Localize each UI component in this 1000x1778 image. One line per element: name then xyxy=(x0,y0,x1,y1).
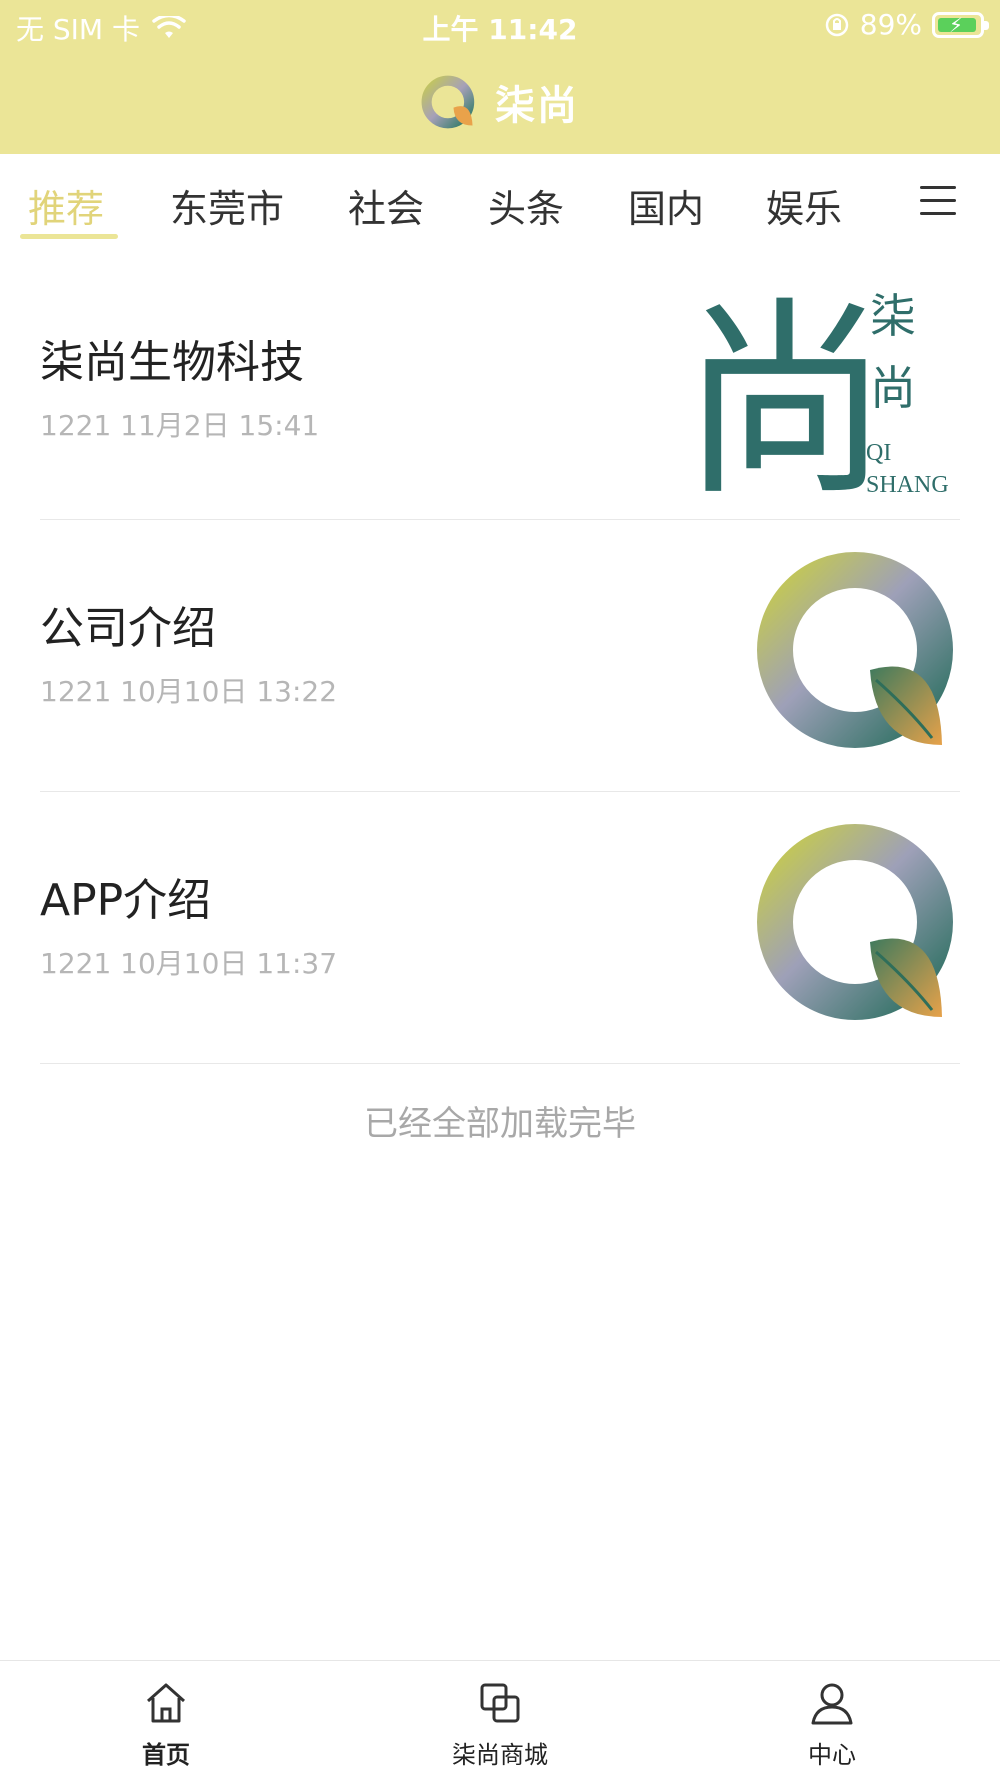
tab-entertainment[interactable]: 娱乐 xyxy=(766,178,842,233)
tab-society[interactable]: 社会 xyxy=(348,178,424,233)
bottom-nav: 首页 柒尚商城 中心 xyxy=(0,1660,1000,1778)
tab-recommend[interactable]: 推荐 xyxy=(28,178,104,233)
article-meta: 1221 10月10日 13:22 xyxy=(40,675,338,708)
list-item[interactable]: 公司介绍 1221 10月10日 13:22 xyxy=(40,520,960,792)
category-tabs: 推荐 东莞市 社会 头条 国内 娱乐 xyxy=(0,154,1000,254)
svg-text:柒: 柒 xyxy=(870,289,916,343)
app-header: 柒尚 xyxy=(0,62,1000,142)
user-icon xyxy=(811,1683,853,1725)
svg-text:尚: 尚 xyxy=(680,284,890,494)
battery-icon: ⚡ xyxy=(932,11,989,38)
article-meta: 1221 11月2日 15:41 xyxy=(40,409,320,442)
active-tab-indicator xyxy=(20,234,118,239)
end-of-list-text: 已经全部加载完毕 xyxy=(364,1104,636,1144)
nav-label: 柒尚商城 xyxy=(452,1741,548,1769)
battery-percent: 89% xyxy=(859,8,922,41)
rotation-lock-icon xyxy=(825,13,849,36)
top-bar: 无 SIM 卡 上午 11:42 89% ⚡ 柒尚 xyxy=(0,0,1000,154)
nav-center[interactable]: 中心 xyxy=(732,1661,932,1778)
nav-shop[interactable]: 柒尚商城 xyxy=(400,1661,600,1778)
article-title: 柒尚生物科技 xyxy=(40,337,304,388)
list-item[interactable]: 柒尚生物科技 1221 11月2日 15:41 尚 柒 尚 QI SHANG xyxy=(40,254,960,520)
nav-home[interactable]: 首页 xyxy=(66,1661,266,1778)
tab-domestic[interactable]: 国内 xyxy=(628,178,704,233)
status-bar: 无 SIM 卡 上午 11:42 89% ⚡ xyxy=(0,0,1000,50)
svg-text:SHANG: SHANG xyxy=(866,472,949,494)
tab-dongguan[interactable]: 东莞市 xyxy=(170,178,284,233)
app-logo-icon xyxy=(421,75,475,129)
svg-text:尚: 尚 xyxy=(870,361,916,415)
menu-icon[interactable] xyxy=(920,186,956,218)
article-title: APP介绍 xyxy=(40,875,212,926)
article-meta: 1221 10月10日 11:37 xyxy=(40,947,338,980)
qishang-calligraphy-logo: 尚 柒 尚 QI SHANG xyxy=(680,284,949,494)
tab-headlines[interactable]: 头条 xyxy=(488,178,564,233)
article-list: 柒尚生物科技 1221 11月2日 15:41 尚 柒 尚 QI SHANG 公… xyxy=(0,254,1000,1064)
home-icon xyxy=(147,1683,185,1723)
q-leaf-logo xyxy=(757,552,953,748)
shop-icon xyxy=(480,1683,520,1723)
q-leaf-logo xyxy=(757,824,953,1020)
nav-label: 首页 xyxy=(142,1741,190,1769)
nav-label: 中心 xyxy=(808,1741,856,1769)
svg-text:QI: QI xyxy=(866,440,891,466)
app-title: 柒尚 xyxy=(495,83,579,129)
list-item[interactable]: APP介绍 1221 10月10日 11:37 xyxy=(40,792,960,1064)
article-title: 公司介绍 xyxy=(40,603,216,654)
